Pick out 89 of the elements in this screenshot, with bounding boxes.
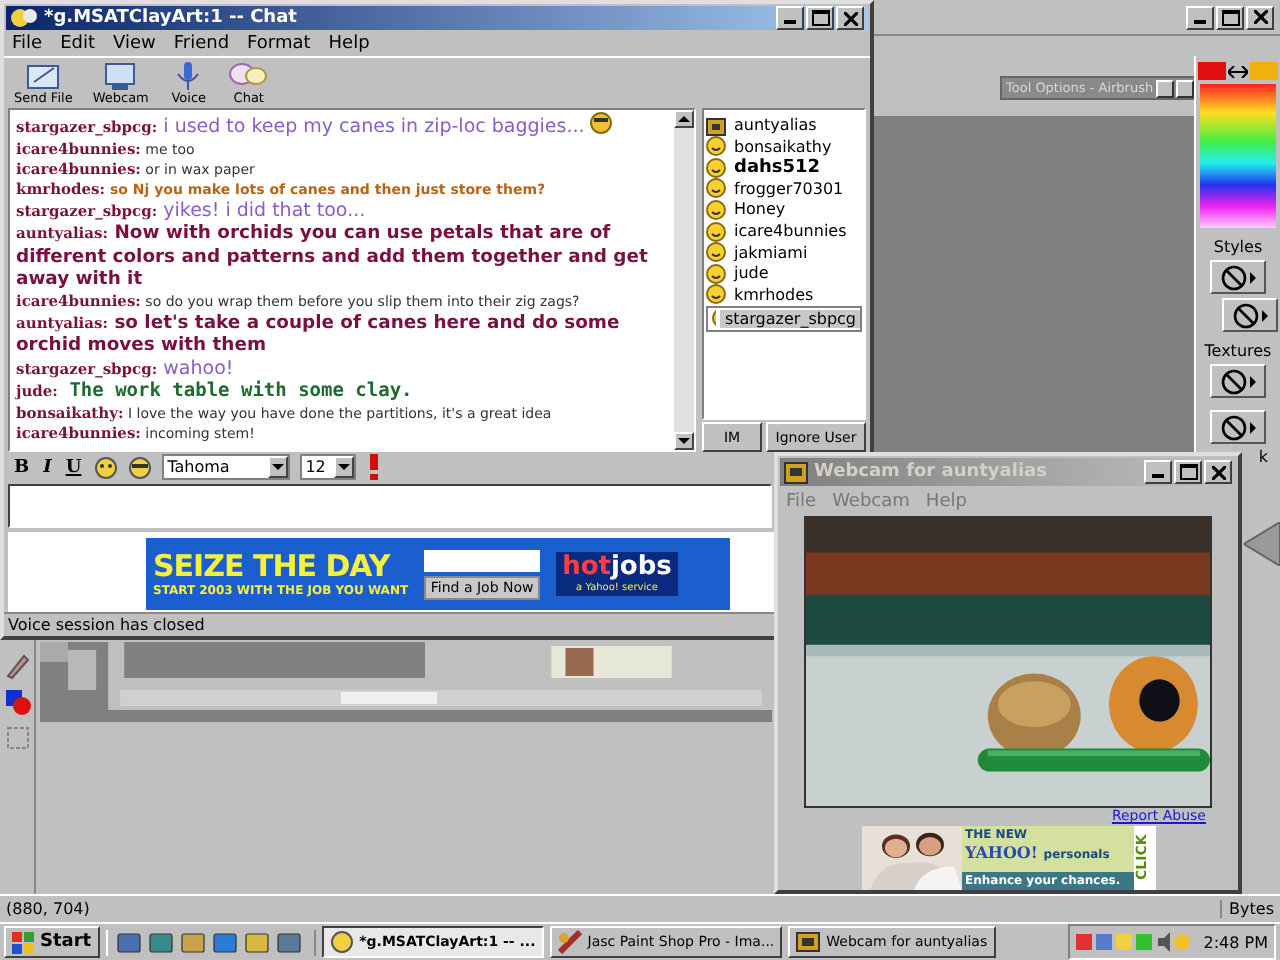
shapes-icon[interactable] [3,688,31,716]
close-button[interactable] [1176,79,1194,97]
swap-icon[interactable] [1228,65,1248,77]
chat-bubbles-icon [10,6,38,31]
menu-item[interactable]: Format [247,34,311,55]
no-symbol-icon [1220,413,1248,441]
size-dropdown[interactable]: 12 [299,454,356,481]
cursor-position: (880, 704) [6,900,90,918]
style-button[interactable] [1222,298,1278,332]
quick-launch-icon[interactable] [115,929,142,955]
start-button[interactable]: Start [4,926,100,958]
collapse-arrow-icon[interactable] [1244,522,1280,566]
clock: 2:48 PM [1203,933,1268,951]
palette-label: k [1258,448,1268,466]
quick-launch-icon[interactable] [211,929,238,955]
status-text: Bytes [1219,900,1274,918]
exclamation-icon[interactable] [365,454,382,481]
tray-icons-drawing [1075,930,1196,954]
webcam-icon [706,115,726,136]
user-item[interactable]: frogger70301 [706,178,862,200]
user-item[interactable]: dahs512 [706,157,862,179]
user-item[interactable]: jakmiami [706,241,862,263]
no-symbol-icon [1232,301,1260,329]
bold-button[interactable]: B [12,457,32,478]
emoticon-icon[interactable] [127,455,152,480]
smiley-icon [706,199,726,220]
style-button[interactable] [1210,260,1266,294]
foreground-swatch[interactable] [1198,62,1226,80]
monitor-icon [100,60,141,93]
maximize-button[interactable] [806,6,834,31]
message-input[interactable] [8,484,772,528]
envelope-icon [23,60,64,93]
minimize-button[interactable] [1186,5,1214,29]
menu-item[interactable]: Friend [173,34,230,55]
texture-button[interactable] [1210,410,1266,444]
close-icon [1253,10,1267,24]
emoticon-icon [590,112,613,135]
texture-button[interactable] [1210,364,1266,398]
close-icon [843,11,857,26]
menu-item[interactable]: Edit [60,34,95,55]
font-dropdown[interactable]: Tahoma [161,454,290,481]
window-title: *g.MSATClayArt:1 -- Chat [44,8,299,29]
user-item[interactable]: Honey [706,199,862,221]
smiley-icon [706,136,726,157]
hotjobs-logo: hotjobs [562,554,672,582]
smiley-icon [706,157,726,178]
user-item[interactable]: kmrhodes [706,284,862,306]
palette-label: Textures [1204,342,1272,360]
smiley-icon [329,930,354,954]
flag-icon [12,931,36,953]
smiley-icon [706,178,726,199]
webcam-icon [784,461,808,484]
user-item[interactable]: bonsaikathy [706,135,862,157]
smiley-icon [706,284,726,305]
close-button[interactable] [1246,5,1274,29]
dropdown-button[interactable] [1156,79,1174,97]
background-swatch[interactable] [1250,62,1278,80]
scrollbar[interactable] [674,110,694,451]
search-field[interactable] [424,549,541,571]
ad-headline: SEIZE THE DAY [153,550,390,584]
close-button[interactable] [836,6,864,31]
menu-item[interactable]: File [12,34,43,55]
webcam-icon [796,930,821,954]
italic-button[interactable]: I [41,457,54,478]
minimize-button[interactable] [776,6,804,31]
user-item[interactable]: icare4bunnies [706,220,862,242]
restore-button[interactable] [1216,5,1244,29]
no-symbol-icon [1220,263,1248,291]
no-symbol-icon [1220,367,1248,395]
quick-launch-icon[interactable] [147,929,174,955]
smiley-icon [706,221,726,242]
paintbrush-icon [557,930,582,954]
quick-launch-icon[interactable] [179,929,206,955]
user-item[interactable]: stargazer_sbpcg [706,305,862,332]
emoticon-icon[interactable] [93,455,118,480]
close-icon [1211,465,1225,480]
user-item[interactable]: auntyalias [706,114,862,136]
menu-item[interactable]: View [113,34,156,55]
color-spectrum[interactable] [1200,84,1276,228]
underline-button[interactable]: U [63,457,84,478]
palette-label: Styles [1213,238,1263,256]
pencil-icon[interactable] [3,652,31,680]
quick-launch-icon[interactable] [275,929,302,955]
window-title: Webcam for auntyalias [814,462,1049,483]
smiley-icon [706,263,726,284]
user-item[interactable]: jude [706,262,862,285]
quick-launch-icon[interactable] [243,929,270,955]
smiley-icon [706,242,726,263]
menu-item[interactable]: Help [328,34,370,55]
